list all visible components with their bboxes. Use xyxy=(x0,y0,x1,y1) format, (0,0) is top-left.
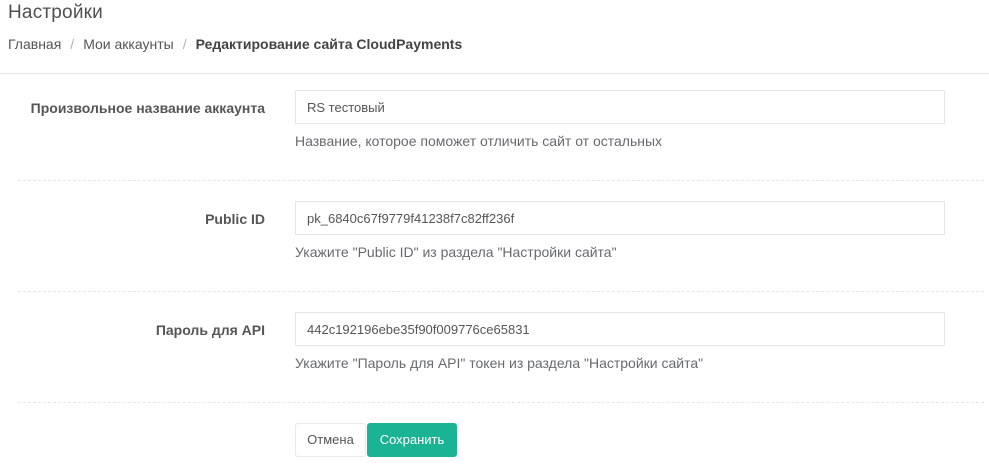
public-id-input[interactable] xyxy=(295,201,945,235)
account-name-help: Название, которое поможет отличить сайт … xyxy=(295,133,663,149)
page-title: Настройки xyxy=(8,2,103,23)
breadcrumb-accounts-link[interactable]: Мои аккаунты xyxy=(83,36,174,52)
breadcrumb: Главная / Мои аккаунты / Редактирование сайт… xyxy=(8,36,462,52)
breadcrumb-separator: / xyxy=(182,36,187,52)
api-password-help: Укажите "Пароль для API" токен из раздел… xyxy=(295,355,704,371)
save-button[interactable]: Сохранить xyxy=(367,423,457,457)
breadcrumb-current: Редактирование сайта CloudPayments xyxy=(195,36,463,52)
api-password-input[interactable] xyxy=(295,312,945,346)
row-divider xyxy=(18,291,984,292)
api-password-label: Пароль для API xyxy=(155,322,265,338)
public-id-label: Public ID xyxy=(205,211,265,227)
header-divider xyxy=(0,73,989,74)
account-name-input[interactable] xyxy=(295,90,945,124)
row-divider xyxy=(18,180,984,181)
public-id-help: Укажите "Public ID" из раздела "Настройк… xyxy=(295,244,617,260)
cancel-button[interactable]: Отмена xyxy=(295,423,366,457)
account-name-label: Произвольное название аккаунта xyxy=(30,100,265,116)
form-actions: Отмена Сохранить xyxy=(295,423,457,457)
row-divider xyxy=(18,402,984,403)
breadcrumb-home-link[interactable]: Главная xyxy=(8,36,61,52)
breadcrumb-separator: / xyxy=(70,36,75,52)
